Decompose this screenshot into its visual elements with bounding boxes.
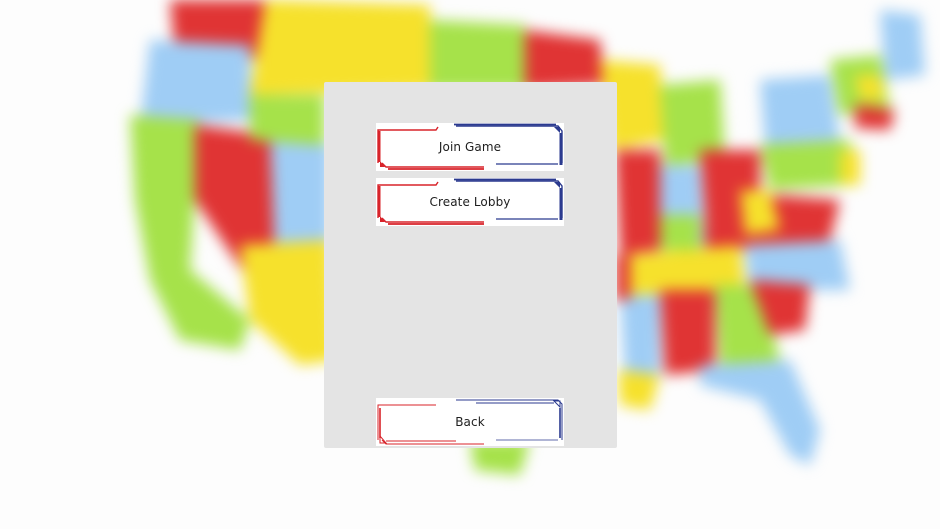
- join-game-button[interactable]: Join Game: [376, 123, 564, 171]
- main-menu-panel: Join Game Create Lobby Back: [324, 82, 617, 448]
- create-lobby-label: Create Lobby: [429, 195, 511, 209]
- back-label: Back: [455, 415, 485, 429]
- back-button[interactable]: Back: [376, 398, 564, 446]
- join-game-label: Join Game: [438, 140, 502, 154]
- create-lobby-button[interactable]: Create Lobby: [376, 178, 564, 226]
- game-screen: Join Game Create Lobby Back: [0, 0, 940, 529]
